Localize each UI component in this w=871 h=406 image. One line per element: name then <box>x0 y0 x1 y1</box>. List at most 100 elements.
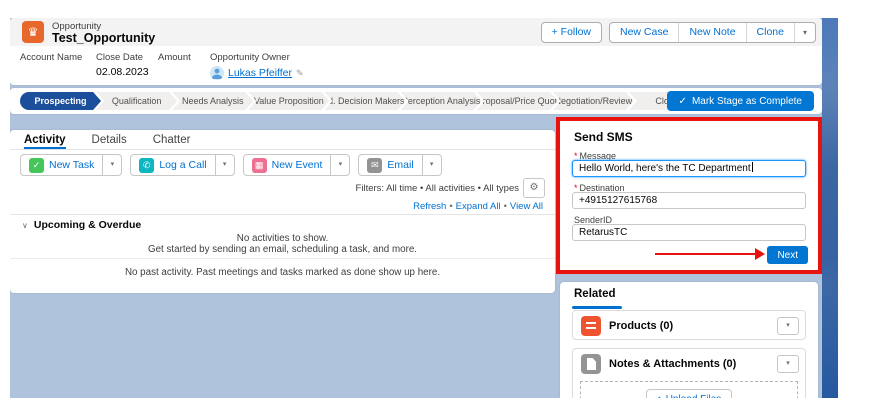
annotation-arrow <box>655 253 755 255</box>
tab-activity[interactable]: Activity <box>24 130 66 149</box>
record-action-group: New Case New Note Clone ▾ <box>609 22 816 43</box>
log-a-call-button-group: ✆ Log a Call ▾ <box>130 154 234 176</box>
view-all-link[interactable]: View All <box>510 201 543 212</box>
message-value: Hello World, here's the TC Department <box>579 163 751 174</box>
stage-proposal-price-quote[interactable]: Proposal/Price Quote <box>477 92 558 110</box>
follow-label: Follow <box>561 26 591 38</box>
next-button[interactable]: Next <box>767 246 808 264</box>
empty-state-line2: Get started by sending an email, schedul… <box>10 244 555 255</box>
stage-negotiation-review[interactable]: Negotiation/Review <box>553 92 634 110</box>
account-name-label: Account Name <box>20 52 82 63</box>
new-task-button-group: ✓ New Task ▾ <box>20 154 122 176</box>
field-amount: Amount <box>158 52 191 66</box>
new-event-button-group: ▦ New Event ▾ <box>243 154 351 176</box>
activity-links: Refresh•Expand All•View All <box>413 201 543 212</box>
stage-qualification[interactable]: Qualification <box>96 92 177 110</box>
record-header-card: ♛ Opportunity Test_Opportunity + Follow … <box>10 18 822 85</box>
destination-input[interactable]: +4915127615768 <box>572 192 806 209</box>
log-a-call-label: Log a Call <box>159 159 206 171</box>
new-event-button[interactable]: ▦ New Event <box>244 155 331 175</box>
products-actions-button[interactable]: ▾ <box>777 317 799 335</box>
task-icon: ✓ <box>29 158 44 173</box>
related-tab-underline <box>572 306 622 309</box>
field-close-date: Close Date 02.08.2023 <box>96 52 149 78</box>
field-account-name: Account Name <box>20 52 82 66</box>
header-actions: + Follow New Case New Note Clone ▾ <box>541 22 816 43</box>
upcoming-overdue-label: Upcoming & Overdue <box>34 219 141 231</box>
notes-attachments-title[interactable]: Notes & Attachments (0) <box>609 358 736 370</box>
upcoming-overdue-section[interactable]: ∨ Upcoming & Overdue <box>10 214 555 231</box>
follow-button[interactable]: + Follow <box>541 22 602 43</box>
gear-icon: ⚙ <box>530 182 539 193</box>
highlights-fields-row: Account Name Close Date 02.08.2023 Amoun… <box>10 46 822 85</box>
call-icon: ✆ <box>139 158 154 173</box>
filter-settings-button[interactable]: ⚙ <box>523 178 545 198</box>
owner-link[interactable]: Lukas Pfeiffer <box>228 67 292 79</box>
owner-avatar <box>210 66 224 80</box>
bullet-separator: • <box>449 201 452 212</box>
log-a-call-button[interactable]: ✆ Log a Call <box>131 155 214 175</box>
stage-perception-analysis[interactable]: Perception Analysis <box>401 92 482 110</box>
email-dropdown[interactable]: ▾ <box>422 155 441 175</box>
notes-actions-button[interactable]: ▾ <box>777 355 799 373</box>
new-task-label: New Task <box>49 159 94 171</box>
clone-button[interactable]: Clone <box>746 23 794 42</box>
email-button-group: ✉ Email ▾ <box>358 154 441 176</box>
sales-path: Prospecting Qualification Needs Analysis… <box>20 92 710 110</box>
sales-path-card: Prospecting Qualification Needs Analysis… <box>10 88 822 114</box>
send-sms-panel: Send SMS *Message Hello World, here's th… <box>560 121 818 270</box>
text-cursor <box>752 162 753 172</box>
upload-files-button[interactable]: ↑Upload Files <box>646 389 732 398</box>
senderid-value: RetarusTC <box>579 227 627 238</box>
new-task-dropdown[interactable]: ▾ <box>102 155 121 175</box>
event-icon: ▦ <box>252 158 267 173</box>
stage-needs-analysis[interactable]: Needs Analysis <box>172 92 253 110</box>
message-input[interactable]: Hello World, here's the TC Department <box>572 160 806 177</box>
chevron-down-icon: ▾ <box>786 322 790 329</box>
stage-id-decision-makers[interactable]: Id. Decision Makers <box>324 92 405 110</box>
new-note-button[interactable]: New Note <box>678 23 745 42</box>
record-header-top: ♛ Opportunity Test_Opportunity + Follow … <box>10 18 822 46</box>
chevron-down-icon: ▾ <box>223 161 227 168</box>
new-case-button[interactable]: New Case <box>610 23 678 42</box>
activity-action-buttons: ✓ New Task ▾ ✆ Log a Call ▾ ▦ New Event … <box>20 154 442 176</box>
page-background: ♛ Opportunity Test_Opportunity + Follow … <box>10 18 822 398</box>
activity-panel: Activity Details Chatter ✓ New Task ▾ ✆ … <box>10 130 555 293</box>
send-sms-title: Send SMS <box>574 130 633 144</box>
mark-stage-complete-label: Mark Stage as Complete <box>692 96 802 107</box>
tab-details[interactable]: Details <box>92 130 127 149</box>
sms-annotation-box: Send SMS *Message Hello World, here's th… <box>556 117 822 274</box>
section-divider <box>10 258 555 259</box>
senderid-input[interactable]: RetarusTC <box>572 224 806 241</box>
more-actions-button[interactable]: ▾ <box>794 23 815 42</box>
opportunity-owner-label: Opportunity Owner <box>210 52 304 63</box>
stage-value-proposition[interactable]: Value Proposition <box>248 92 329 110</box>
tab-chatter[interactable]: Chatter <box>153 130 191 149</box>
field-opportunity-owner: Opportunity Owner Lukas Pfeiffer ✎ <box>210 52 304 80</box>
refresh-link[interactable]: Refresh <box>413 201 446 212</box>
destination-value: +4915127615768 <box>579 195 657 206</box>
plus-icon: + <box>552 26 558 38</box>
products-title[interactable]: Products (0) <box>609 320 673 332</box>
chevron-down-icon: ▾ <box>430 161 434 168</box>
stage-prospecting[interactable]: Prospecting <box>20 92 101 110</box>
close-date-value: 02.08.2023 <box>96 66 149 78</box>
annotation-arrow-head <box>755 248 765 260</box>
mark-stage-complete-button[interactable]: ✓ Mark Stage as Complete <box>667 91 814 111</box>
email-button[interactable]: ✉ Email <box>359 155 421 175</box>
filters-summary: Filters: All time • All activities • All… <box>356 183 519 194</box>
close-date-label: Close Date <box>96 52 149 63</box>
opportunity-icon: ♛ <box>22 21 44 43</box>
tab-related[interactable]: Related <box>574 288 616 300</box>
log-a-call-dropdown[interactable]: ▾ <box>215 155 234 175</box>
amount-label: Amount <box>158 52 191 63</box>
app-background-strip <box>822 18 838 398</box>
chevron-down-icon: ▾ <box>803 28 807 37</box>
edit-owner-icon[interactable]: ✎ <box>296 68 304 79</box>
new-event-dropdown[interactable]: ▾ <box>330 155 349 175</box>
new-task-button[interactable]: ✓ New Task <box>21 155 102 175</box>
empty-state-line1: No activities to show. <box>10 233 555 244</box>
page-title: Test_Opportunity <box>52 31 155 45</box>
expand-all-link[interactable]: Expand All <box>456 201 501 212</box>
products-card: Products (0) ▾ <box>572 310 806 340</box>
